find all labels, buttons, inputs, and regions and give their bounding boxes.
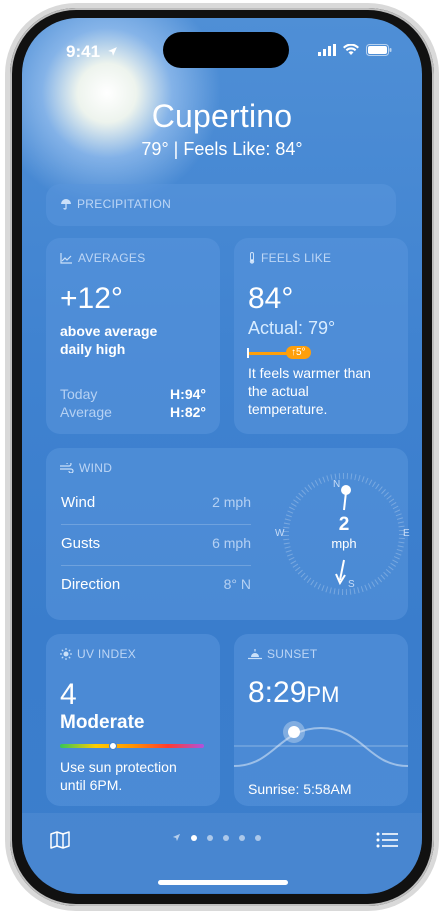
uv-scale-marker	[109, 742, 117, 750]
dynamic-island	[163, 32, 289, 68]
wind-row-value: 2 mph	[212, 494, 251, 510]
uv-desc-2: until 6PM.	[60, 777, 123, 793]
precipitation-card[interactable]: PRECIPITATION	[46, 184, 396, 226]
signal-icon	[318, 44, 336, 56]
wind-row-label: Wind	[61, 494, 96, 511]
wind-card[interactable]: WIND Wind 2 mph Gusts 6 mph Direction 8°…	[46, 448, 410, 620]
map-icon[interactable]	[50, 831, 70, 849]
precipitation-label: PRECIPITATION	[60, 197, 171, 211]
wind-compass: N S E W 2 mph	[272, 462, 416, 606]
uv-scale-bar	[60, 744, 204, 748]
page-dot[interactable]	[207, 834, 213, 841]
list-icon[interactable]	[376, 832, 398, 848]
location-arrow-icon	[107, 47, 117, 56]
sun-path-graph	[234, 721, 408, 767]
system-icons	[318, 44, 392, 56]
current-temps: 79° | Feels Like: 84°	[141, 139, 303, 159]
averages-desc-1: above average	[60, 323, 158, 339]
actual-temp: Actual: 79°	[248, 318, 336, 338]
today-label: Today	[60, 386, 98, 402]
page-dot[interactable]	[239, 834, 245, 841]
average-label: Average	[60, 404, 112, 420]
feels-like-value: 84°	[248, 282, 294, 315]
uv-desc-1: Use sun protection	[60, 759, 177, 775]
sun-icon	[60, 648, 72, 660]
umbrella-icon	[61, 199, 71, 210]
thermometer-icon	[249, 252, 255, 264]
feels-like-card[interactable]: FEELS LIKE 84° Actual: 79° ↑5° It feels …	[234, 238, 408, 434]
averages-card[interactable]: AVERAGES +12° above average daily high T…	[46, 238, 220, 434]
chart-icon	[60, 252, 72, 264]
wind-row-value: 6 mph	[212, 535, 251, 551]
compass-s: S	[348, 579, 355, 590]
page-dot[interactable]	[191, 834, 197, 841]
status-time: 9:41	[66, 42, 118, 62]
feels-like-badge: ↑5°	[286, 346, 311, 359]
uv-level: Moderate	[60, 712, 145, 733]
uv-index-label: UV INDEX	[60, 647, 136, 661]
wind-row-wind: Wind 2 mph	[61, 484, 251, 525]
wifi-icon	[343, 44, 359, 55]
average-value: H:82°	[170, 404, 206, 420]
sunrise-time: Sunrise: 5:58AM	[248, 781, 352, 797]
wind-row-label: Gusts	[61, 535, 101, 552]
location-header: Cupertino 79° | Feels Like: 84°	[22, 98, 422, 160]
wind-row-direction: Direction 8° N	[61, 566, 251, 606]
home-indicator[interactable]	[158, 880, 288, 885]
page-indicator[interactable]	[172, 833, 261, 842]
wind-row-value: 8° N	[223, 576, 251, 592]
averages-desc-2: daily high	[60, 341, 126, 357]
wind-row-gusts: Gusts 6 mph	[61, 525, 251, 566]
compass-unit: mph	[331, 536, 357, 551]
today-value: H:94°	[170, 386, 206, 402]
uv-value: 4	[60, 678, 77, 711]
averages-value: +12°	[60, 282, 123, 315]
compass-n: N	[333, 479, 341, 490]
sunset-icon	[248, 649, 262, 660]
wind-label: WIND	[60, 461, 112, 475]
wind-icon	[60, 463, 74, 473]
location-arrow-icon	[172, 833, 181, 842]
sunset-label: SUNSET	[248, 647, 317, 661]
feels-like-desc-1: It feels warmer than	[248, 365, 371, 381]
uv-index-card[interactable]: UV INDEX 4 Moderate Use sun protection u…	[46, 634, 220, 806]
feels-like-desc-2: the actual	[248, 383, 309, 399]
averages-label: AVERAGES	[60, 251, 146, 265]
page-dot[interactable]	[255, 834, 261, 841]
sunset-card[interactable]: SUNSET 8:29PM Sunrise: 5:58AM	[234, 634, 408, 806]
sunset-time: 8:29PM	[248, 676, 340, 709]
wind-row-label: Direction	[61, 576, 121, 593]
battery-icon	[366, 44, 392, 56]
feels-like-label: FEELS LIKE	[248, 251, 331, 265]
feels-like-bar-start	[247, 348, 249, 358]
city-name: Cupertino	[151, 98, 293, 134]
page-dot[interactable]	[223, 834, 229, 841]
weather-screen: 9:41 Cupertino 79° | Feels Like: 84° PRE…	[22, 18, 422, 894]
feels-like-desc-3: temperature.	[248, 401, 328, 417]
compass-speed: 2	[338, 514, 350, 535]
